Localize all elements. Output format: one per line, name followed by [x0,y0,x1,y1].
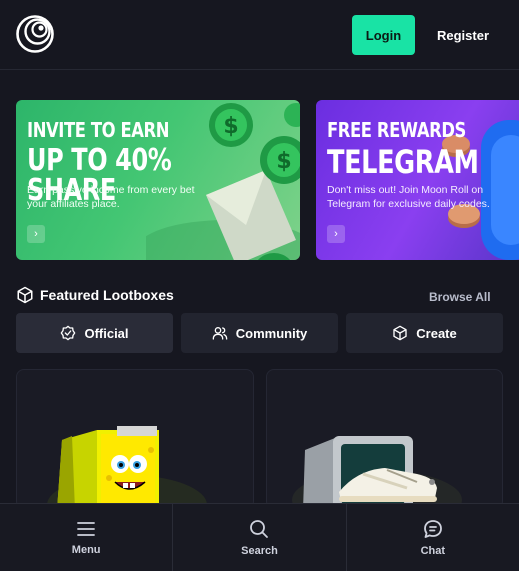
menu-icon [77,521,96,536]
tab-label: Community [235,325,308,341]
bottom-navigation: Menu Search Chat [0,503,519,571]
chevron-right-icon[interactable]: › [27,225,45,243]
search-icon [250,519,269,538]
cube-icon [17,286,33,304]
browse-all-link[interactable]: Browse All [429,290,491,304]
affiliate-banner[interactable]: $ $ INVITE TO EARN UP TO 40% SHARE Earn … [16,100,300,260]
nav-chat[interactable]: Chat [347,504,519,571]
nav-label: Chat [420,544,446,557]
spongebob-lootbox-image [47,426,207,508]
register-button[interactable]: Register [428,15,498,55]
banner-title-line1: INVITE TO EARN [27,118,170,142]
banner-description: Don't miss out! Join Moon Roll on Telegr… [327,184,490,210]
banner-title-line2: TELEGRAM [327,143,479,181]
nav-menu[interactable]: Menu [0,504,174,571]
lootbox-card[interactable] [266,369,503,509]
nav-label: Search [241,544,278,557]
svg-text:$: $ [276,149,291,174]
lootbox-card[interactable] [16,369,254,509]
svg-text:$: $ [223,114,238,139]
tab-create[interactable]: Create [346,313,503,353]
sneaker-lootbox-image [292,436,462,508]
top-header: Login Register [0,0,519,70]
nav-search[interactable]: Search [173,504,347,571]
users-icon [212,327,228,340]
chat-icon [423,519,442,538]
tab-label: Official [84,325,129,341]
tab-community[interactable]: Community [181,313,338,353]
banner-title-line1: FREE REWARDS [327,118,466,142]
featured-lootboxes-heading: Featured Lootboxes [16,286,174,304]
badge-check-icon [61,325,76,341]
tab-official[interactable]: Official [16,313,173,353]
moon-roll-logo[interactable] [16,15,54,53]
chevron-right-icon[interactable]: › [327,225,345,243]
login-button[interactable]: Login [352,15,415,55]
section-title: Featured Lootboxes [40,287,174,303]
tab-label: Create [416,325,457,341]
banner-description: Earn passive income from every bet your … [27,184,195,210]
telegram-banner[interactable]: FREE REWARDS TELEGRAM Don't miss out! Jo… [316,100,519,260]
box-icon [393,325,407,341]
nav-label: Menu [71,543,101,556]
